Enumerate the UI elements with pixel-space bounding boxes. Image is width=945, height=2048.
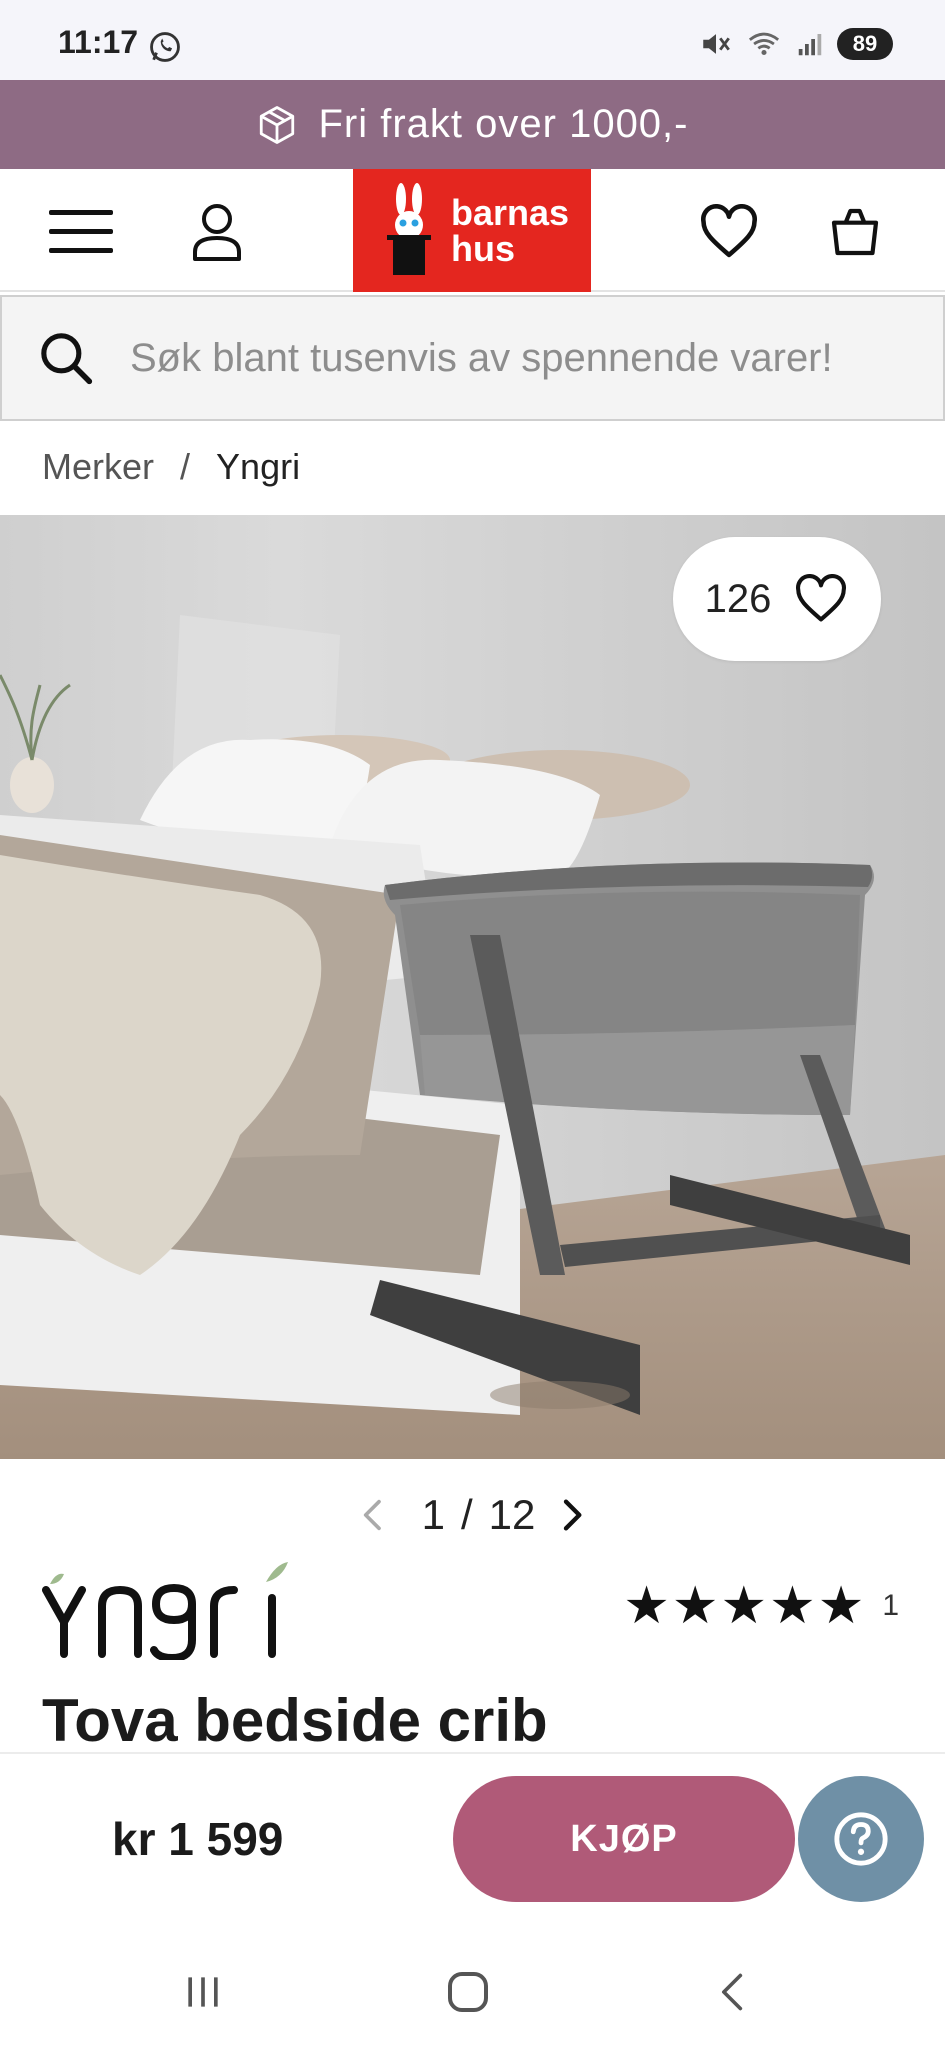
search-icon: [41, 333, 93, 385]
menu-button[interactable]: [46, 197, 116, 267]
home-button[interactable]: [438, 1962, 498, 2022]
yngri-brand-logo-icon: [42, 1562, 288, 1663]
site-header: barnas hus: [0, 169, 945, 292]
box-icon: [260, 105, 295, 144]
rating-stars-icon: ★★★★★: [623, 1577, 867, 1635]
shopping-bag-icon: [831, 208, 879, 256]
gallery-pager: 1 / 12: [0, 1487, 945, 1543]
buy-button[interactable]: KJØP: [453, 1776, 795, 1902]
logo-text-line1: barnas: [451, 191, 570, 233]
recent-apps-button[interactable]: [173, 1962, 233, 2022]
heart-icon: [796, 574, 847, 622]
product-price: kr 1 599: [112, 1813, 284, 1865]
sticky-buy-bar: kr 1 599 KJØP: [0, 1752, 945, 1924]
search-bar[interactable]: [0, 295, 945, 421]
status-time: 11:17: [58, 24, 139, 60]
wishlist-button[interactable]: [694, 197, 764, 267]
favorite-count-button[interactable]: 126: [673, 537, 881, 661]
back-button[interactable]: [703, 1962, 763, 2022]
recent-apps-icon: [188, 1977, 218, 2007]
breadcrumb-separator: /: [180, 446, 191, 487]
brand-logo[interactable]: [42, 1560, 322, 1665]
breadcrumb-current: Yngri: [216, 446, 301, 487]
signal-icon: [798, 34, 822, 56]
search-input[interactable]: [130, 335, 910, 381]
chevron-left-icon[interactable]: [354, 1493, 394, 1537]
gallery-total: 12: [488, 1491, 536, 1538]
gallery-separator: /: [460, 1491, 473, 1538]
battery-indicator: 89: [837, 28, 893, 60]
whatsapp-icon: [150, 32, 180, 62]
product-title: Tova bedside crib: [42, 1687, 548, 1754]
heart-icon: [701, 204, 757, 258]
promo-text: Fri frakt over 1000,-: [318, 102, 689, 146]
help-button[interactable]: [798, 1776, 924, 1902]
review-count: 1: [882, 1589, 899, 1622]
wifi-icon: [748, 32, 780, 56]
cart-button[interactable]: [820, 197, 890, 267]
home-icon: [448, 1972, 488, 2012]
site-logo[interactable]: barnas hus: [353, 169, 591, 292]
chevron-right-icon[interactable]: [551, 1493, 591, 1537]
breadcrumb-link-merker[interactable]: Merker: [42, 446, 154, 488]
mute-icon: [703, 34, 730, 54]
promo-banner: Fri frakt over 1000,-: [0, 80, 945, 169]
status-bar: 11:17 89: [0, 0, 945, 80]
question-icon: [834, 1812, 888, 1866]
breadcrumb: Merker / Yngri: [42, 446, 300, 488]
favorite-count: 126: [704, 576, 772, 621]
product-rating[interactable]: ★★★★★ 1: [623, 1576, 899, 1636]
system-nav-bar: [0, 1924, 945, 2048]
menu-icon: [49, 210, 113, 253]
gallery-current: 1: [421, 1491, 445, 1538]
status-icons: 89: [699, 26, 893, 62]
logo-text-line2: hus: [451, 227, 516, 269]
bunny-logo-icon: [387, 182, 431, 275]
account-button[interactable]: [182, 197, 252, 267]
account-icon: [193, 204, 241, 261]
back-icon: [722, 1973, 743, 2011]
